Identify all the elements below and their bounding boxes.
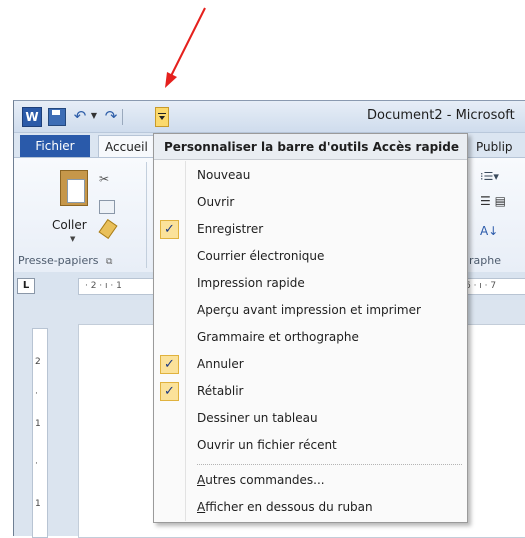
- dialog-launcher-icon[interactable]: ⧉: [106, 257, 112, 267]
- annotation-arrow: [165, 7, 206, 88]
- ruler-right-marks: 6 · ı · 7: [465, 281, 497, 291]
- menu-item-autres-commandes[interactable]: Autres commandes...: [154, 467, 467, 494]
- menu-item-apercu[interactable]: Aperçu avant impression et imprimer: [154, 297, 467, 324]
- menu-item-label: Nouveau: [197, 168, 251, 182]
- menu-item-label: Autres commandes...: [197, 473, 325, 487]
- menu-item-label: Grammaire et orthographe: [197, 330, 359, 344]
- customize-quick-access-menu: Personnaliser la barre d'outils Accès ra…: [153, 133, 468, 523]
- menu-item-label: Enregistrer: [197, 222, 264, 236]
- paste-button[interactable]: Coller: [52, 218, 87, 232]
- menu-item-afficher-dessous[interactable]: Afficher en dessous du ruban: [154, 494, 467, 521]
- word-app-icon[interactable]: W: [22, 107, 42, 127]
- group-clipboard-text: Presse-papiers: [18, 254, 99, 267]
- customize-quick-access-button[interactable]: [155, 107, 169, 127]
- menu-item-label: Afficher en dessous du ruban: [197, 500, 373, 514]
- menu-separator: [197, 464, 462, 465]
- menu-item-impression-rapide[interactable]: Impression rapide: [154, 270, 467, 297]
- toolbar-separator: [122, 109, 123, 125]
- menu-item-label: Ouvrir un fichier récent: [197, 438, 337, 452]
- scissors-icon[interactable]: ✂: [99, 172, 109, 186]
- list-icon[interactable]: ⁝☰▾: [480, 170, 499, 183]
- menu-item-retablir[interactable]: ✓ Rétablir: [154, 378, 467, 405]
- tab-selector-icon[interactable]: L: [17, 278, 35, 294]
- menu-item-grammaire[interactable]: Grammaire et orthographe: [154, 324, 467, 351]
- group-clipboard-label: Presse-papiers ⧉: [14, 254, 148, 270]
- paste-icon[interactable]: [60, 170, 88, 206]
- menu-item-enregistrer[interactable]: ✓ Enregistrer: [154, 216, 467, 243]
- menu-item-annuler[interactable]: ✓ Annuler: [154, 351, 467, 378]
- copy-icon[interactable]: [99, 200, 115, 214]
- chevron-down-icon[interactable]: ▼: [70, 235, 75, 243]
- checkmark-icon: ✓: [160, 382, 179, 401]
- menu-item-label: Aperçu avant impression et imprimer: [197, 303, 421, 317]
- group-separator: [146, 162, 147, 268]
- justify-icon[interactable]: ☰ ▤: [480, 194, 506, 208]
- redo-icon[interactable]: ↷: [103, 108, 119, 124]
- window-title: Document2 - Microsoft: [367, 108, 515, 123]
- menu-item-fichier-recent[interactable]: Ouvrir un fichier récent: [154, 432, 467, 459]
- tab-home[interactable]: Accueil: [98, 135, 158, 157]
- menu-item-label: Ouvrir: [197, 195, 235, 209]
- title-bar: W ↶ ▼ ↷ Document2 - Microsoft: [14, 101, 525, 133]
- checkmark-icon: ✓: [160, 220, 179, 239]
- undo-dropdown-icon[interactable]: ▼: [89, 108, 99, 124]
- menu-item-label: Impression rapide: [197, 276, 305, 290]
- format-painter-icon[interactable]: [98, 219, 118, 239]
- menu-item-label: Rétablir: [197, 384, 244, 398]
- sort-icon[interactable]: A↓: [480, 224, 498, 238]
- menu-item-ouvrir[interactable]: Ouvrir: [154, 189, 467, 216]
- menu-item-label: Courrier électronique: [197, 249, 325, 263]
- menu-item-nouveau[interactable]: Nouveau: [154, 162, 467, 189]
- checkmark-icon: ✓: [160, 355, 179, 374]
- menu-header: Personnaliser la barre d'outils Accès ra…: [154, 134, 467, 160]
- ruler-left-marks: · 2 · ı · 1: [85, 281, 122, 291]
- vertical-ruler[interactable]: 2 · 1 · 1: [32, 328, 48, 538]
- tab-publipostage[interactable]: Publip: [476, 136, 513, 158]
- menu-item-dessiner-tableau[interactable]: Dessiner un tableau: [154, 405, 467, 432]
- menu-item-courrier[interactable]: Courrier électronique: [154, 243, 467, 270]
- menu-item-label: Annuler: [197, 357, 244, 371]
- undo-icon[interactable]: ↶: [72, 108, 88, 124]
- menu-item-label: Dessiner un tableau: [197, 411, 318, 425]
- save-icon[interactable]: [48, 108, 66, 126]
- tab-file[interactable]: Fichier: [20, 135, 90, 157]
